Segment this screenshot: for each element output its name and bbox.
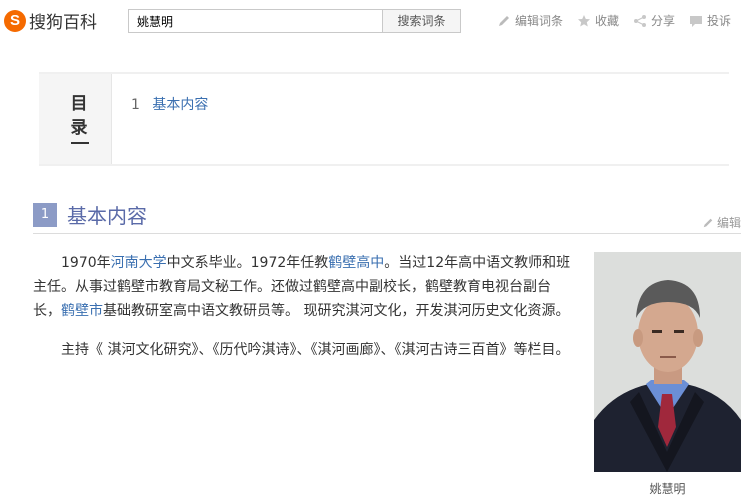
section-title: 基本内容 (67, 204, 147, 228)
section-edit-label: 编辑 (717, 216, 742, 230)
portrait-image (594, 252, 741, 472)
section-divider (33, 233, 741, 234)
toc-item-number: 1 (131, 97, 140, 113)
link-henan-university[interactable]: 河南大学 (111, 255, 167, 271)
toc-item-link[interactable]: 基本内容 (152, 97, 208, 113)
share-action[interactable]: 分享 (633, 12, 675, 29)
search-input[interactable] (137, 14, 382, 28)
search-button[interactable]: 搜索词条 (383, 9, 461, 33)
person-photo[interactable] (594, 252, 741, 472)
share-icon (633, 14, 646, 27)
header-actions: 编辑词条 收藏 分享 投诉 (497, 12, 731, 29)
table-of-contents: 目录 1 基本内容 (39, 72, 729, 166)
photo-caption: 姚慧明 (649, 482, 686, 495)
site-logo[interactable]: S 搜狗百科 (4, 8, 97, 33)
section-number-badge: 1 (33, 203, 57, 227)
complain-label: 投诉 (706, 14, 731, 28)
toc-divider (71, 142, 89, 144)
complain-action[interactable]: 投诉 (689, 12, 731, 29)
link-hebi-high-school[interactable]: 鹤壁高中 (328, 255, 384, 271)
logo-text: 搜狗百科 (29, 13, 97, 33)
toc-sidebar: 目录 (39, 74, 112, 164)
paragraph-1: 1970年河南大学中文系毕业。1972年任教鹤壁高中。当过12年高中语文教师和班… (33, 251, 578, 323)
link-hebi-city[interactable]: 鹤壁市 (61, 303, 103, 319)
edit-entry-action[interactable]: 编辑词条 (497, 12, 563, 29)
star-icon (577, 14, 590, 26)
favorite-label: 收藏 (594, 14, 619, 28)
edit-entry-label: 编辑词条 (514, 14, 563, 28)
section-edit-button[interactable]: 编辑 (702, 214, 741, 231)
search-box (128, 9, 383, 33)
toc-title: 目录 (70, 94, 88, 138)
pencil-icon (703, 218, 713, 227)
favorite-action[interactable]: 收藏 (577, 12, 619, 29)
toc-item[interactable]: 1 基本内容 (131, 94, 208, 114)
top-header: S 搜狗百科 搜索词条 编辑词条 收藏 分享 投诉 (0, 0, 751, 42)
logo-mark: S (4, 9, 26, 32)
p1-text-2: 中文系毕业。1972年任教 (166, 255, 329, 271)
p1-text-4: 基础教研室高中语文教研员等。 现研究淇河文化，开发淇河历史文化资源。 (103, 303, 570, 319)
share-label: 分享 (650, 14, 675, 28)
comment-icon (689, 15, 702, 27)
pencil-icon (498, 15, 509, 26)
paragraph-2: 主持《 淇河文化研究》、《历代吟淇诗》、《淇河画廊》、《淇河古诗三百首》等栏目。 (61, 342, 570, 358)
p1-text-1: 1970年 (61, 255, 111, 271)
